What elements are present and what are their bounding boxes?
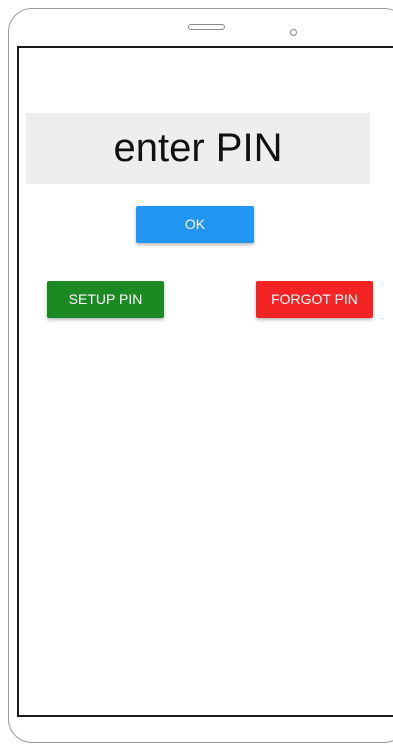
forgot-pin-button[interactable]: FORGOT PIN xyxy=(256,281,373,318)
pin-display: enter PIN xyxy=(26,113,370,184)
speaker-grille xyxy=(188,24,225,30)
setup-pin-button[interactable]: SETUP PIN xyxy=(47,281,164,318)
device-mockup: enter PIN OK SETUP PIN FORGOT PIN xyxy=(0,0,393,747)
ok-button[interactable]: OK xyxy=(136,206,254,243)
front-camera-icon xyxy=(290,29,297,36)
